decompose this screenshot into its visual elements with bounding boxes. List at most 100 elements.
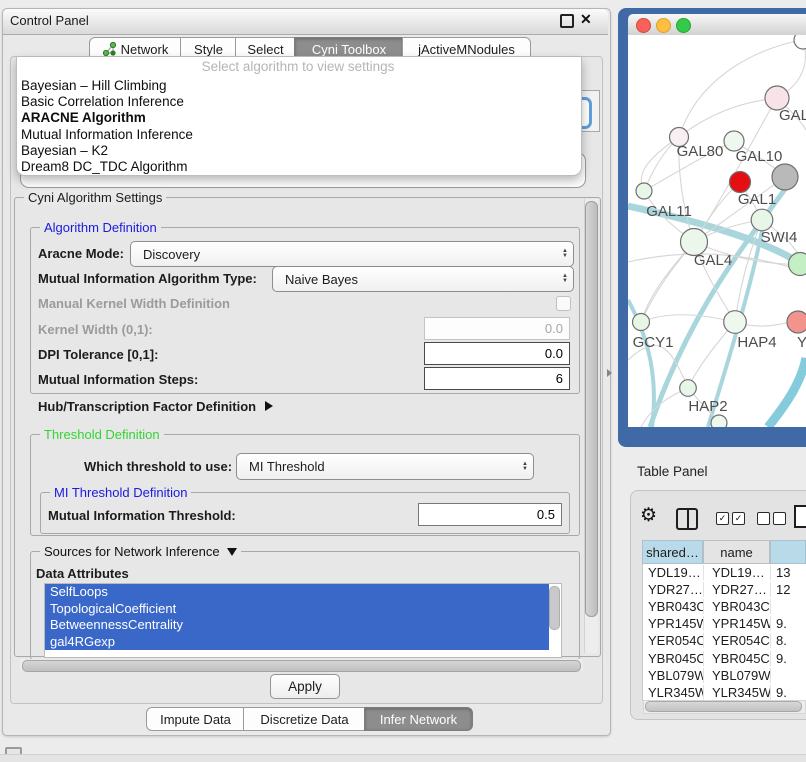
algorithm-option[interactable]: ARACNE Algorithm: [18, 110, 578, 126]
table-rows: YDL19… YDL19… 13 YDR27… YDR27… 12 YBR043…: [642, 564, 806, 701]
traffic-light-close-icon[interactable]: [636, 18, 651, 33]
algorithm-option[interactable]: Mutual Information Inference: [18, 127, 578, 143]
close-icon[interactable]: ✕: [580, 11, 592, 27]
dpi-tolerance-label: DPI Tolerance [0,1]:: [38, 347, 158, 362]
node-label: GAL11: [646, 203, 692, 220]
table-row[interactable]: YBL079W YBL079W: [643, 667, 806, 684]
settings-horizontal-scrollbar-thumb[interactable]: [22, 660, 581, 672]
node-label: GCY1: [633, 334, 674, 351]
column-header-partial[interactable]: [770, 540, 806, 564]
network-node-gray[interactable]: [772, 164, 798, 190]
network-tab-icon: [103, 42, 116, 56]
attribute-item-selected[interactable]: TopologicalCoefficient: [45, 601, 549, 618]
algorithm-option[interactable]: Dream8 DC_TDC Algorithm: [18, 159, 578, 175]
algorithm-option[interactable]: Bayesian – K2: [18, 143, 578, 159]
select-all-checkbox-icon[interactable]: ✓: [716, 512, 729, 525]
network-node[interactable]: [724, 311, 747, 334]
dpi-tolerance-input[interactable]: [424, 342, 570, 365]
table-row[interactable]: YBR043C YBR043C: [643, 598, 806, 615]
mi-threshold-label: Mutual Information Threshold:: [48, 508, 236, 523]
apply-button[interactable]: Apply: [270, 674, 340, 699]
threshold-definition-title: Threshold Definition: [40, 427, 164, 442]
which-threshold-label: Which threshold to use:: [84, 459, 232, 474]
node-label: SWI4: [761, 229, 798, 246]
table-row[interactable]: YLR345W YLR345W 9.: [643, 684, 806, 701]
settings-vertical-scrollbar-thumb[interactable]: [585, 201, 598, 617]
mi-type-select[interactable]: Naive Bayes ▲▼: [272, 266, 574, 292]
attribute-item-selected[interactable]: gal4RGexp: [45, 634, 549, 651]
stepper-arrows-icon: ▲▼: [557, 267, 573, 291]
hub-definition-expander[interactable]: Hub/Transcription Factor Definition: [38, 399, 273, 414]
algorithm-options-list: Bayesian – Hill ClimbingBasic Correlatio…: [18, 78, 578, 175]
deselect-all-checkbox-icon[interactable]: [757, 512, 770, 525]
tab-infer-network[interactable]: Infer Network: [364, 707, 473, 731]
node-label: HAP2: [688, 398, 727, 415]
table-panel-title: Table Panel: [637, 464, 708, 479]
manual-kernel-label: Manual Kernel Width Definition: [38, 296, 230, 311]
kernel-width-input[interactable]: [424, 317, 570, 340]
network-node[interactable]: [751, 209, 773, 231]
float-window-icon[interactable]: [560, 14, 574, 28]
node-label: Y: [797, 334, 806, 351]
table-row[interactable]: YDL19… YDL19… 13: [643, 564, 806, 581]
mi-type-label: Mutual Information Algorithm Type:: [38, 271, 257, 286]
control-panel-header: [3, 9, 608, 35]
node-label: GAL: [779, 107, 806, 124]
table-row[interactable]: YDR27… YDR27… 12: [643, 581, 806, 598]
which-threshold-select[interactable]: MI Threshold ▲▼: [236, 453, 534, 480]
algorithm-definition-title: Algorithm Definition: [40, 220, 161, 235]
kernel-width-label: Kernel Width (0,1):: [38, 322, 153, 337]
deselect-all-checkbox-icon[interactable]: [773, 512, 786, 525]
gear-icon[interactable]: ⚙: [640, 504, 657, 527]
stepper-arrows-icon: ▲▼: [557, 242, 573, 266]
table-row[interactable]: YBR045C YBR045C 9.: [643, 649, 806, 666]
splitter-collapse-icon[interactable]: [607, 369, 612, 377]
network-canvas[interactable]: GAL80 GAL10 GAL1 GAL11 SWI4 GAL4 GCY1 HA…: [628, 35, 806, 427]
network-node[interactable]: [789, 253, 806, 276]
column-header-name[interactable]: name: [703, 540, 770, 564]
network-node-red[interactable]: [730, 172, 751, 193]
attribute-item-selected[interactable]: SelfLoops: [45, 584, 549, 601]
select-all-checkbox-icon[interactable]: ✓: [732, 512, 745, 525]
cyni-algorithm-settings-title: Cyni Algorithm Settings: [24, 190, 166, 205]
mi-steps-label: Mutual Information Steps:: [38, 372, 198, 387]
algorithm-dropdown-placeholder: Select algorithm to view settings: [16, 59, 580, 74]
traffic-light-zoom-icon[interactable]: [676, 18, 691, 33]
network-node-salmon[interactable]: [787, 311, 806, 333]
aracne-mode-label: Aracne Mode:: [38, 246, 124, 261]
network-window-titlebar[interactable]: [628, 14, 806, 36]
data-attributes-label: Data Attributes: [36, 566, 129, 581]
network-node[interactable]: [633, 314, 650, 331]
expand-right-icon: [265, 401, 273, 411]
traffic-light-minimize-icon[interactable]: [656, 18, 671, 33]
collapse-down-icon: [227, 548, 237, 556]
column-header-shared-name[interactable]: shared…: [642, 540, 703, 564]
network-node[interactable]: [680, 380, 697, 397]
window-bottom-edge: [0, 754, 806, 762]
tab-discretize-data[interactable]: Discretize Data: [243, 707, 366, 731]
node-label: GAL80: [677, 143, 724, 160]
tab-impute-data[interactable]: Impute Data: [146, 707, 245, 731]
mi-threshold-input[interactable]: [418, 503, 562, 526]
column-layout-icon[interactable]: [676, 508, 698, 530]
export-table-icon[interactable]: [794, 505, 806, 528]
attribute-item-selected[interactable]: BetweennessCentrality: [45, 617, 549, 634]
network-node[interactable]: [711, 415, 727, 427]
table-row[interactable]: YPR145W YPR145W 9.: [643, 615, 806, 632]
node-label: HAP4: [737, 334, 776, 351]
stepper-arrows-icon: ▲▼: [517, 454, 533, 479]
manual-kernel-checkbox[interactable]: [556, 296, 571, 311]
algorithm-option[interactable]: Bayesian – Hill Climbing: [18, 78, 578, 94]
data-attributes-list[interactable]: SelfLoopsTopologicalCoefficientBetweenne…: [44, 583, 562, 658]
node-label: GAL1: [738, 191, 776, 208]
attribute-list-scrollbar[interactable]: [549, 586, 560, 630]
node-label: GAL4: [694, 252, 732, 269]
algorithm-option[interactable]: Basic Correlation Inference: [18, 94, 578, 110]
sources-group-title[interactable]: Sources for Network Inference: [40, 544, 241, 559]
table-horizontal-scrollbar-thumb[interactable]: [645, 701, 802, 712]
aracne-mode-select[interactable]: Discovery ▲▼: [130, 241, 574, 267]
mi-threshold-group-title: MI Threshold Definition: [50, 485, 191, 500]
mi-steps-input[interactable]: [424, 367, 570, 390]
network-node[interactable]: [636, 183, 652, 199]
table-row[interactable]: YER054C YER054C 8.: [643, 632, 806, 649]
